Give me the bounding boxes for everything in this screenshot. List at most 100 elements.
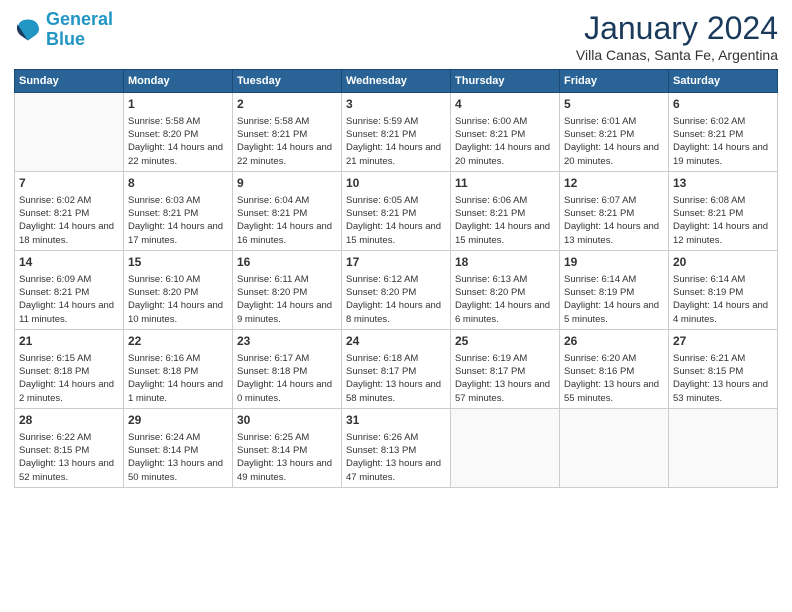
cell-info: Sunrise: 6:01 AMSunset: 8:21 PMDaylight:… [564, 115, 664, 168]
header-row: Sunday Monday Tuesday Wednesday Thursday… [15, 70, 778, 93]
day-number: 21 [19, 333, 119, 350]
day-number: 30 [237, 412, 337, 429]
calendar-cell: 2 Sunrise: 5:58 AMSunset: 8:21 PMDaylight… [233, 93, 342, 172]
calendar-cell: 1 Sunrise: 5:58 AMSunset: 8:20 PMDaylight… [124, 93, 233, 172]
day-number: 19 [564, 254, 664, 271]
calendar-cell: 5 Sunrise: 6:01 AMSunset: 8:21 PMDaylight… [560, 93, 669, 172]
cell-info: Sunrise: 6:25 AMSunset: 8:14 PMDaylight:… [237, 431, 337, 484]
day-number: 27 [673, 333, 773, 350]
day-number: 23 [237, 333, 337, 350]
cell-info: Sunrise: 6:03 AMSunset: 8:21 PMDaylight:… [128, 194, 228, 247]
cell-info: Sunrise: 5:58 AMSunset: 8:21 PMDaylight:… [237, 115, 337, 168]
day-number: 10 [346, 175, 446, 192]
logo-text: General Blue [46, 10, 113, 50]
calendar-cell: 29Sunrise: 6:24 AMSunset: 8:14 PMDayligh… [124, 408, 233, 487]
calendar-cell: 14 Sunrise: 6:09 AMSunset: 8:21 PMDayligh… [15, 250, 124, 329]
page-container: General Blue January 2024 Villa Canas, S… [0, 0, 792, 498]
calendar-cell: 23Sunrise: 6:17 AMSunset: 8:18 PMDayligh… [233, 329, 342, 408]
day-number: 6 [673, 96, 773, 113]
calendar-cell: 12Sunrise: 6:07 AMSunset: 8:21 PMDayligh… [560, 171, 669, 250]
cell-info: Sunrise: 6:18 AMSunset: 8:17 PMDaylight:… [346, 352, 446, 405]
cell-info: Sunrise: 6:26 AMSunset: 8:13 PMDaylight:… [346, 431, 446, 484]
cell-info: Sunrise: 5:59 AMSunset: 8:21 PMDaylight:… [346, 115, 446, 168]
cell-info: Sunrise: 6:10 AMSunset: 8:20 PMDaylight:… [128, 273, 228, 326]
day-number: 15 [128, 254, 228, 271]
calendar-cell: 10Sunrise: 6:05 AMSunset: 8:21 PMDayligh… [342, 171, 451, 250]
table-row: 1 Sunrise: 5:58 AMSunset: 8:20 PMDaylight… [15, 93, 778, 172]
day-number: 8 [128, 175, 228, 192]
day-number: 22 [128, 333, 228, 350]
location: Villa Canas, Santa Fe, Argentina [576, 47, 778, 63]
cell-info: Sunrise: 6:14 AMSunset: 8:19 PMDaylight:… [673, 273, 773, 326]
day-number: 18 [455, 254, 555, 271]
table-row: 14 Sunrise: 6:09 AMSunset: 8:21 PMDayligh… [15, 250, 778, 329]
table-row: 21 Sunrise: 6:15 AMSunset: 8:18 PMDayligh… [15, 329, 778, 408]
day-number: 25 [455, 333, 555, 350]
col-wednesday: Wednesday [342, 70, 451, 93]
calendar-cell: 25 Sunrise: 6:19 AMSunset: 8:17 PMDayligh… [451, 329, 560, 408]
cell-info: Sunrise: 6:20 AMSunset: 8:16 PMDaylight:… [564, 352, 664, 405]
cell-info: Sunrise: 6:22 AMSunset: 8:15 PMDaylight:… [19, 431, 119, 484]
logo-icon [14, 16, 42, 44]
calendar-body: 1 Sunrise: 5:58 AMSunset: 8:20 PMDaylight… [15, 93, 778, 488]
calendar-cell: 15 Sunrise: 6:10 AMSunset: 8:20 PMDayligh… [124, 250, 233, 329]
cell-info: Sunrise: 6:08 AMSunset: 8:21 PMDaylight:… [673, 194, 773, 247]
calendar-cell: 26 Sunrise: 6:20 AMSunset: 8:16 PMDayligh… [560, 329, 669, 408]
calendar-cell: 18 Sunrise: 6:13 AMSunset: 8:20 PMDayligh… [451, 250, 560, 329]
cell-info: Sunrise: 6:15 AMSunset: 8:18 PMDaylight:… [19, 352, 119, 405]
calendar-cell [669, 408, 778, 487]
calendar-cell: 27 Sunrise: 6:21 AMSunset: 8:15 PMDayligh… [669, 329, 778, 408]
day-number: 28 [19, 412, 119, 429]
day-number: 20 [673, 254, 773, 271]
cell-info: Sunrise: 5:58 AMSunset: 8:20 PMDaylight:… [128, 115, 228, 168]
calendar-cell [560, 408, 669, 487]
cell-info: Sunrise: 6:00 AMSunset: 8:21 PMDaylight:… [455, 115, 555, 168]
day-number: 7 [19, 175, 119, 192]
calendar-cell: 19 Sunrise: 6:14 AMSunset: 8:19 PMDayligh… [560, 250, 669, 329]
cell-info: Sunrise: 6:04 AMSunset: 8:21 PMDaylight:… [237, 194, 337, 247]
col-tuesday: Tuesday [233, 70, 342, 93]
day-number: 1 [128, 96, 228, 113]
cell-info: Sunrise: 6:06 AMSunset: 8:21 PMDaylight:… [455, 194, 555, 247]
day-number: 12 [564, 175, 664, 192]
calendar-cell: 17Sunrise: 6:12 AMSunset: 8:20 PMDayligh… [342, 250, 451, 329]
cell-info: Sunrise: 6:02 AMSunset: 8:21 PMDaylight:… [673, 115, 773, 168]
calendar-cell: 20 Sunrise: 6:14 AMSunset: 8:19 PMDayligh… [669, 250, 778, 329]
cell-info: Sunrise: 6:13 AMSunset: 8:20 PMDaylight:… [455, 273, 555, 326]
calendar-cell: 11 Sunrise: 6:06 AMSunset: 8:21 PMDayligh… [451, 171, 560, 250]
cell-info: Sunrise: 6:14 AMSunset: 8:19 PMDaylight:… [564, 273, 664, 326]
col-saturday: Saturday [669, 70, 778, 93]
calendar-cell [15, 93, 124, 172]
calendar-cell: 8 Sunrise: 6:03 AMSunset: 8:21 PMDaylight… [124, 171, 233, 250]
cell-info: Sunrise: 6:12 AMSunset: 8:20 PMDaylight:… [346, 273, 446, 326]
cell-info: Sunrise: 6:19 AMSunset: 8:17 PMDaylight:… [455, 352, 555, 405]
day-number: 13 [673, 175, 773, 192]
day-number: 26 [564, 333, 664, 350]
day-number: 11 [455, 175, 555, 192]
calendar-cell: 16Sunrise: 6:11 AMSunset: 8:20 PMDayligh… [233, 250, 342, 329]
cell-info: Sunrise: 6:21 AMSunset: 8:15 PMDaylight:… [673, 352, 773, 405]
table-row: 7Sunrise: 6:02 AMSunset: 8:21 PMDaylight… [15, 171, 778, 250]
day-number: 4 [455, 96, 555, 113]
cell-info: Sunrise: 6:09 AMSunset: 8:21 PMDaylight:… [19, 273, 119, 326]
logo-blue: Blue [46, 29, 85, 49]
day-number: 14 [19, 254, 119, 271]
col-friday: Friday [560, 70, 669, 93]
day-number: 24 [346, 333, 446, 350]
day-number: 2 [237, 96, 337, 113]
day-number: 9 [237, 175, 337, 192]
calendar-cell: 13 Sunrise: 6:08 AMSunset: 8:21 PMDayligh… [669, 171, 778, 250]
col-monday: Monday [124, 70, 233, 93]
calendar-cell: 6 Sunrise: 6:02 AMSunset: 8:21 PMDaylight… [669, 93, 778, 172]
month-title: January 2024 [576, 10, 778, 47]
day-number: 31 [346, 412, 446, 429]
logo: General Blue [14, 10, 113, 50]
day-number: 5 [564, 96, 664, 113]
cell-info: Sunrise: 6:24 AMSunset: 8:14 PMDaylight:… [128, 431, 228, 484]
calendar-cell: 24 Sunrise: 6:18 AMSunset: 8:17 PMDayligh… [342, 329, 451, 408]
calendar-cell: 31 Sunrise: 6:26 AMSunset: 8:13 PMDayligh… [342, 408, 451, 487]
table-row: 28 Sunrise: 6:22 AMSunset: 8:15 PMDayligh… [15, 408, 778, 487]
title-block: January 2024 Villa Canas, Santa Fe, Arge… [576, 10, 778, 63]
cell-info: Sunrise: 6:16 AMSunset: 8:18 PMDaylight:… [128, 352, 228, 405]
logo-general: General [46, 9, 113, 29]
